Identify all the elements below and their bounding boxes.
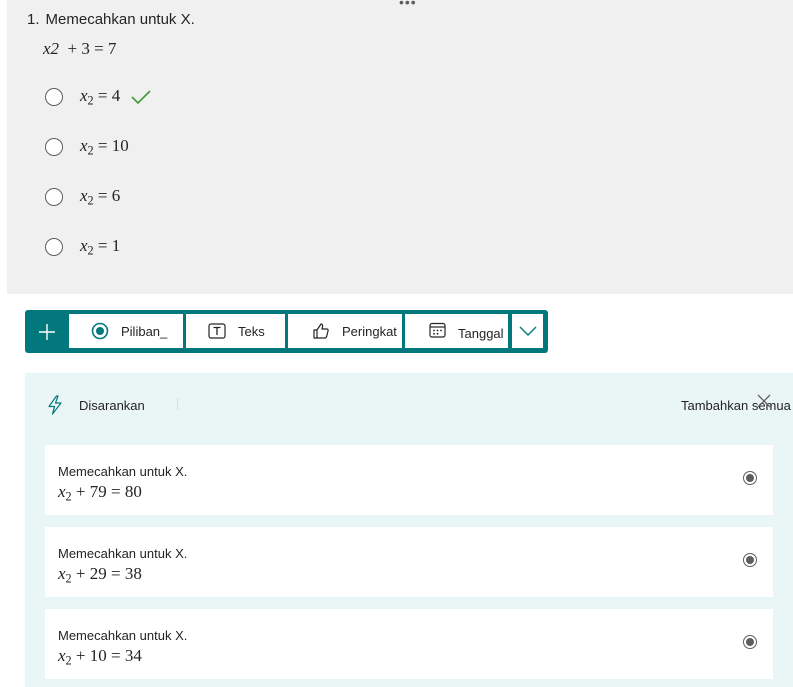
option-1[interactable]: x2 = 4 (45, 84, 152, 110)
suggestion-card-1[interactable]: Memecahkan untuk X. x2 + 79 = 80 (45, 445, 773, 515)
question-card[interactable]: ••• 1. Memecahkan untuk X. x2 + 3 = 7 x2 … (7, 0, 793, 294)
choice-type-icon (743, 635, 757, 649)
option-2[interactable]: x2 = 10 (45, 134, 129, 160)
add-question-toolbar: Piliban_ Teks Peringkat Tanggal (25, 310, 548, 353)
option-radio[interactable] (45, 138, 63, 156)
choice-button[interactable]: Piliban_ (69, 314, 183, 348)
rating-label: Peringkat (342, 323, 397, 339)
suggestions-panel: Disarankan Tambahkan semua Memecahkan un… (25, 373, 793, 687)
option-radio[interactable] (45, 188, 63, 206)
add-question-button[interactable] (25, 310, 68, 353)
text-box-icon (208, 323, 226, 339)
suggestion-title: Memecahkan untuk X. (58, 546, 188, 561)
suggestion-equation: x2 + 29 = 38 (58, 564, 142, 586)
radio-icon (91, 322, 109, 340)
divider (177, 398, 178, 410)
choice-type-icon (743, 553, 757, 567)
question-equation: x2 + 3 = 7 (43, 39, 117, 58)
suggestion-card-3[interactable]: Memecahkan untuk X. x2 + 10 = 34 (45, 609, 773, 679)
suggested-label: Disarankan (79, 398, 145, 413)
date-label: Tanggal (458, 325, 504, 341)
date-button[interactable]: Tanggal (405, 314, 508, 348)
option-label: x2 = 6 (80, 185, 121, 208)
calendar-icon (429, 322, 446, 338)
plus-icon (38, 323, 56, 341)
question-text: Memecahkan untuk X. (45, 11, 195, 28)
thumb-up-icon (312, 322, 330, 340)
add-all-button[interactable]: Tambahkan semua (681, 398, 791, 413)
option-4[interactable]: x2 = 1 (45, 234, 120, 260)
suggestion-title: Memecahkan untuk X. (58, 628, 188, 643)
choice-type-icon (743, 471, 757, 485)
question-title: 1. Memecahkan untuk X. (27, 11, 195, 28)
option-3[interactable]: x2 = 6 (45, 184, 120, 210)
option-label: x2 = 10 (80, 135, 129, 158)
text-label: Teks (238, 323, 265, 339)
drag-handle-icon[interactable]: ••• (399, 0, 417, 9)
option-label: x2 = 1 (80, 235, 121, 258)
choice-label: Piliban_ (121, 323, 168, 339)
close-icon[interactable] (756, 393, 772, 409)
suggestion-equation: x2 + 79 = 80 (58, 482, 142, 504)
option-radio[interactable] (45, 238, 63, 256)
rating-button[interactable]: Peringkat (288, 314, 402, 348)
suggestion-equation: x2 + 10 = 34 (58, 646, 142, 668)
question-number: 1. (27, 11, 40, 28)
suggestion-card-2[interactable]: Memecahkan untuk X. x2 + 29 = 38 (45, 527, 773, 597)
text-button[interactable]: Teks (186, 314, 285, 348)
suggestion-title: Memecahkan untuk X. (58, 464, 188, 479)
option-radio[interactable] (45, 88, 63, 106)
option-label: x2 = 4 (80, 85, 121, 108)
lightning-icon (47, 395, 63, 415)
more-types-button[interactable] (512, 314, 543, 348)
chevron-down-icon (519, 325, 537, 337)
correct-check-icon (130, 89, 152, 105)
